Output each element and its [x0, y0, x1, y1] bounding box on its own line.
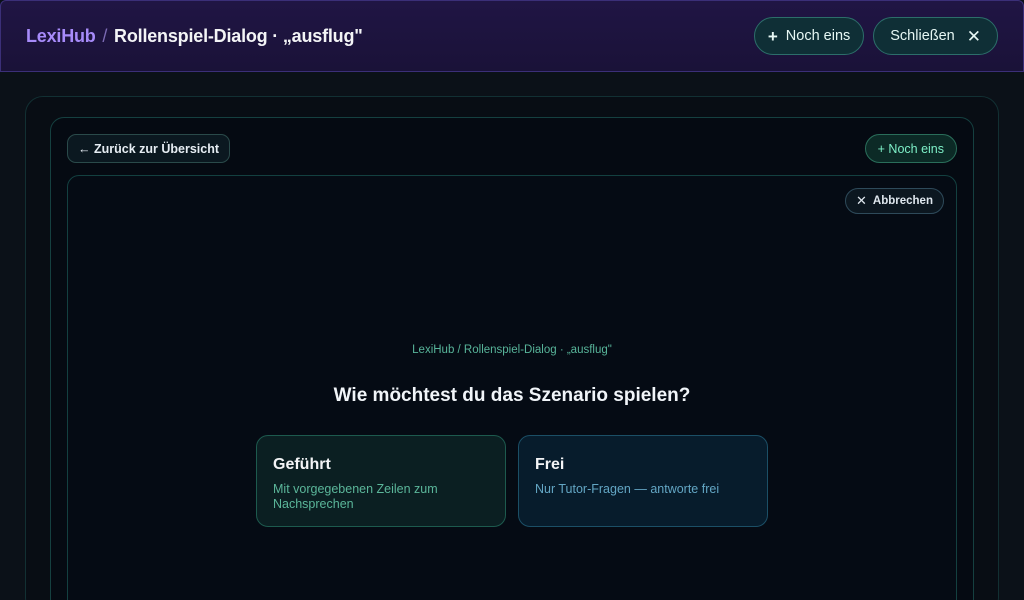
close-button[interactable]: Schließen ✕	[873, 17, 998, 55]
noch-eins-button[interactable]: + Noch eins	[753, 17, 865, 55]
header-actions: + Noch eins Schließen ✕	[753, 17, 998, 55]
close-label: Schließen	[890, 28, 955, 44]
guided-mode-option[interactable]: Geführt Mit vorgegebenen Zeilen zum Nach…	[256, 435, 506, 527]
free-mode-title: Frei	[535, 456, 565, 473]
guided-mode-title: Geführt	[273, 456, 331, 473]
page-title-text: Rollenspiel-Dialog · „ausflug"	[114, 25, 363, 46]
noch-eins-secondary-button[interactable]: + Noch eins	[864, 134, 957, 163]
free-mode-option[interactable]: Frei Nur Tutor-Fragen — antworte frei	[518, 435, 768, 527]
breadcrumb-separator: /	[102, 25, 108, 46]
guided-mode-description: Mit vorgegebenen Zeilen zum Nachsprechen	[273, 482, 438, 511]
noch-eins-label: Noch eins	[785, 28, 851, 44]
card-breadcrumb: LexiHub / Rollenspiel-Dialog · „ausflug"	[412, 344, 612, 356]
page-title: LexiHub / Rollenspiel-Dialog · „ausflug"	[26, 26, 363, 47]
cancel-button[interactable]: ✕ Abbrechen	[845, 188, 944, 214]
cancel-icon: ✕	[856, 193, 867, 208]
back-to-overview-button[interactable]: ← Zurück zur Übersicht	[67, 134, 230, 163]
cancel-label: Abbrechen	[872, 195, 933, 207]
plus-icon: +	[767, 26, 778, 46]
top-bar: LexiHub / Rollenspiel-Dialog · „ausflug"…	[0, 0, 1024, 72]
mode-question: Wie möchtest du das Szenario spielen?	[333, 385, 691, 406]
close-icon: ✕	[966, 26, 981, 46]
brand-link[interactable]: LexiHub	[26, 26, 96, 46]
free-mode-description: Nur Tutor-Fragen — antworte frei	[535, 482, 720, 496]
